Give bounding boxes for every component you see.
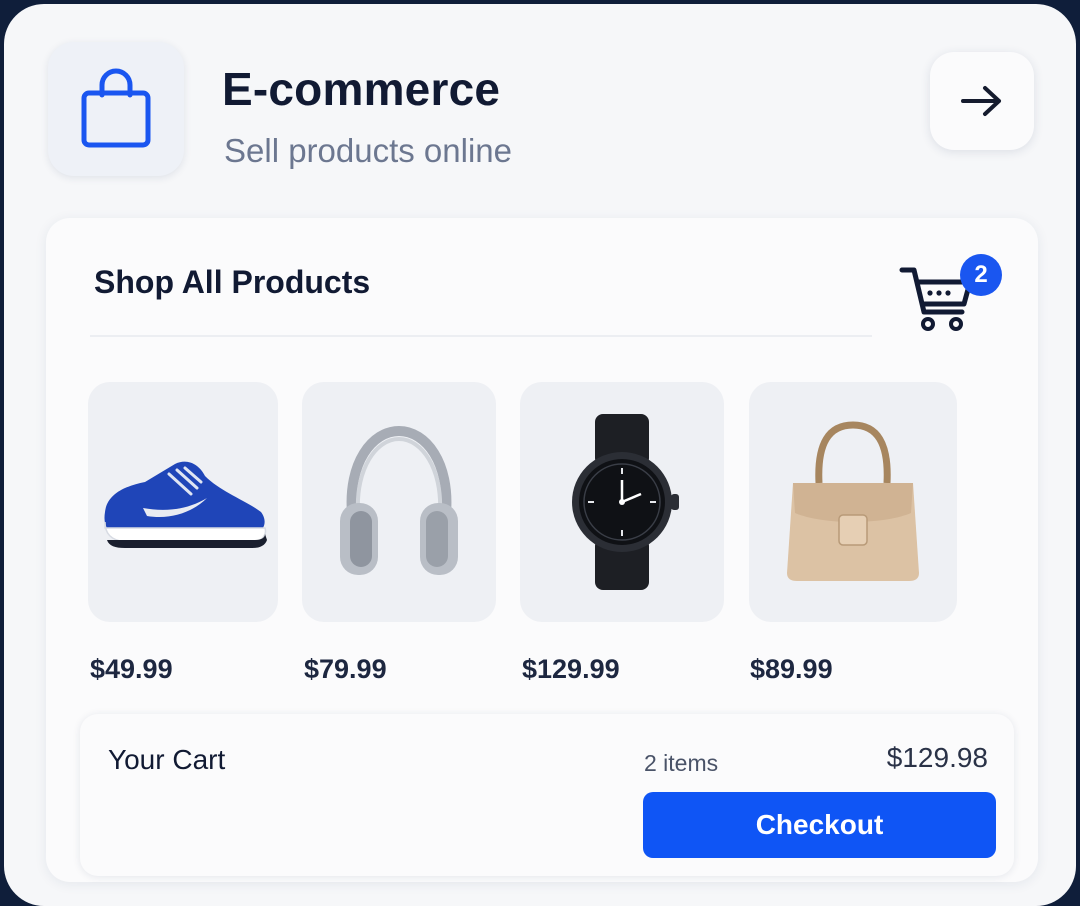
product-card-handbag[interactable] (749, 382, 957, 622)
shop-panel: Shop All Products 2 $49.99 $79.99 $129.9… (46, 218, 1038, 882)
ecommerce-card: E-commerce Sell products online Shop All… (4, 4, 1076, 906)
window-frame: E-commerce Sell products online Shop All… (0, 0, 1080, 906)
page-subtitle: Sell products online (224, 132, 513, 169)
divider (90, 335, 872, 337)
cart-count-badge: 2 (960, 254, 1002, 296)
price-handbag: $89.99 (750, 654, 833, 684)
open-button[interactable] (930, 52, 1034, 150)
price-sneaker: $49.99 (90, 654, 173, 684)
sneaker-image (104, 461, 267, 548)
smartwatch-image (572, 414, 679, 590)
arrow-right-icon (961, 86, 1001, 116)
handbag-image (787, 421, 919, 581)
shop-title: Shop All Products (94, 264, 371, 300)
checkout-button[interactable]: Checkout (643, 792, 996, 858)
cart-summary: Your Cart 2 items $129.98 Checkout (80, 714, 1014, 876)
app-icon-tile (48, 42, 184, 176)
cart-total: $129.98 (886, 742, 988, 773)
product-card-smartwatch[interactable] (520, 382, 724, 622)
product-card-sneaker[interactable] (88, 382, 278, 622)
cart-title: Your Cart (108, 744, 226, 775)
headphones-image (340, 425, 458, 575)
page-title: E-commerce (222, 63, 501, 115)
product-card-headphones[interactable] (302, 382, 496, 622)
cart-item-count: 2 items (644, 750, 719, 776)
price-headphones: $79.99 (304, 654, 387, 684)
price-smartwatch: $129.99 (522, 654, 620, 684)
shopping-bag-icon (81, 68, 151, 148)
